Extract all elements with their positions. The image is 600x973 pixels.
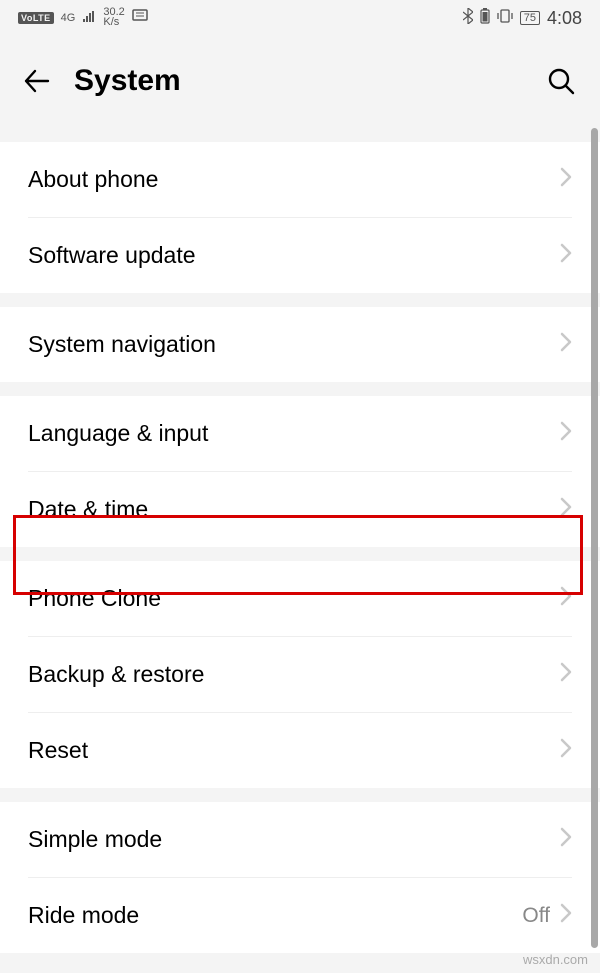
scrollbar[interactable] bbox=[591, 128, 598, 948]
row-label: Ride mode bbox=[28, 902, 522, 929]
signal-icon bbox=[82, 10, 96, 27]
battery-pct: 75 bbox=[520, 11, 540, 25]
status-left: VoLTE 4G 30.2 K/s bbox=[18, 8, 148, 28]
settings-list: About phone Software update System navig… bbox=[0, 128, 600, 973]
row-software-update[interactable]: Software update bbox=[0, 218, 600, 293]
message-icon bbox=[132, 9, 148, 27]
vibrate-icon bbox=[497, 8, 513, 28]
row-label: Date & time bbox=[28, 496, 560, 523]
page-title: System bbox=[74, 64, 522, 98]
back-arrow-icon bbox=[23, 67, 51, 95]
row-date-time[interactable]: Date & time bbox=[0, 472, 600, 547]
row-system-navigation[interactable]: System navigation bbox=[0, 307, 600, 382]
bluetooth-icon bbox=[463, 8, 473, 28]
app-header: System bbox=[0, 36, 600, 126]
row-label: Phone Clone bbox=[28, 585, 560, 612]
search-icon bbox=[546, 66, 576, 96]
row-backup-restore[interactable]: Backup & restore bbox=[0, 637, 600, 712]
row-ride-mode[interactable]: Ride mode Off bbox=[0, 878, 600, 953]
network-gen: 4G bbox=[61, 12, 76, 24]
chevron-right-icon bbox=[560, 662, 572, 687]
chevron-right-icon bbox=[560, 243, 572, 268]
row-reset[interactable]: Reset bbox=[0, 713, 600, 788]
battery-small-icon bbox=[480, 8, 490, 28]
status-bar: VoLTE 4G 30.2 K/s 75 4:08 bbox=[0, 0, 600, 36]
row-label: About phone bbox=[28, 166, 560, 193]
row-simple-mode[interactable]: Simple mode bbox=[0, 802, 600, 877]
row-phone-clone[interactable]: Phone Clone bbox=[0, 561, 600, 636]
chevron-right-icon bbox=[560, 421, 572, 446]
row-label: System navigation bbox=[28, 331, 560, 358]
watermark: wsxdn.com bbox=[523, 952, 588, 967]
row-value: Off bbox=[522, 904, 550, 928]
chevron-right-icon bbox=[560, 167, 572, 192]
volte-badge: VoLTE bbox=[18, 12, 54, 24]
data-speed: 30.2 K/s bbox=[103, 8, 124, 28]
clock: 4:08 bbox=[547, 8, 582, 29]
row-label: Reset bbox=[28, 737, 560, 764]
chevron-right-icon bbox=[560, 738, 572, 763]
back-button[interactable] bbox=[22, 66, 52, 96]
row-label: Backup & restore bbox=[28, 661, 560, 688]
row-label: Software update bbox=[28, 242, 560, 269]
chevron-right-icon bbox=[560, 497, 572, 522]
status-right: 75 4:08 bbox=[463, 8, 582, 29]
row-label: Language & input bbox=[28, 420, 560, 447]
chevron-right-icon bbox=[560, 903, 572, 928]
row-label: Simple mode bbox=[28, 826, 560, 853]
chevron-right-icon bbox=[560, 586, 572, 611]
row-about-phone[interactable]: About phone bbox=[0, 142, 600, 217]
chevron-right-icon bbox=[560, 332, 572, 357]
search-button[interactable] bbox=[544, 64, 578, 98]
row-language-input[interactable]: Language & input bbox=[0, 396, 600, 471]
chevron-right-icon bbox=[560, 827, 572, 852]
